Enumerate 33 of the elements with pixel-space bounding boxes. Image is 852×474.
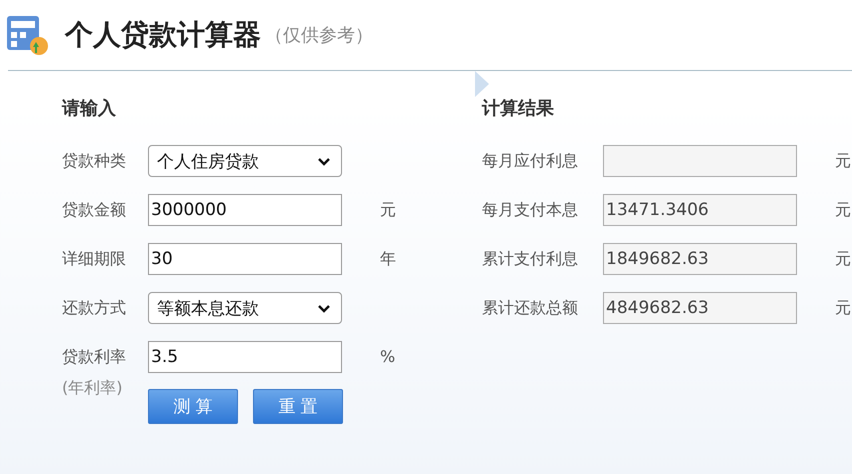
result-field: 4849682.63: [603, 292, 797, 324]
dropdown[interactable]: 等额本息还款: [148, 292, 342, 324]
result-label: 累计还款总额: [482, 297, 579, 319]
result-field: 1849682.63: [603, 243, 797, 275]
page-title: 个人贷款计算器: [65, 17, 261, 53]
caret-icon: [317, 304, 331, 312]
unit-label: 年: [380, 248, 396, 270]
arrow-icon: [475, 71, 489, 97]
field-label: 贷款金额: [62, 199, 127, 221]
field-label: 还款方式: [62, 297, 127, 319]
unit-label: %: [380, 346, 396, 368]
result-field: 13471.3406: [603, 194, 797, 226]
result-label: 每月应付利息: [482, 150, 579, 172]
unit-label: 元: [835, 297, 851, 319]
field-label: 贷款利率: [62, 346, 127, 368]
field-note: (年利率): [62, 377, 124, 399]
input-field[interactable]: 3000000: [148, 194, 342, 226]
result-label: 每月支付本息: [482, 199, 579, 221]
caret-icon: [317, 156, 331, 166]
unit-label: 元: [835, 199, 851, 221]
result-label: 累计支付利息: [482, 248, 579, 270]
page-subtitle: （仅供参考）: [265, 24, 373, 47]
input-field[interactable]: 30: [148, 243, 342, 275]
dropdown[interactable]: 个人住房贷款: [148, 145, 342, 177]
section-heading: 计算结果: [482, 97, 555, 121]
section-heading: 请输入: [62, 97, 117, 121]
input-field[interactable]: 3.5: [148, 341, 342, 373]
calculator-icon: [5, 14, 51, 56]
field-label: 贷款种类: [62, 150, 127, 172]
unit-label: 元: [380, 199, 396, 221]
field-label: 详细期限: [62, 248, 127, 270]
unit-label: 元: [835, 150, 851, 172]
unit-label: 元: [835, 248, 851, 270]
